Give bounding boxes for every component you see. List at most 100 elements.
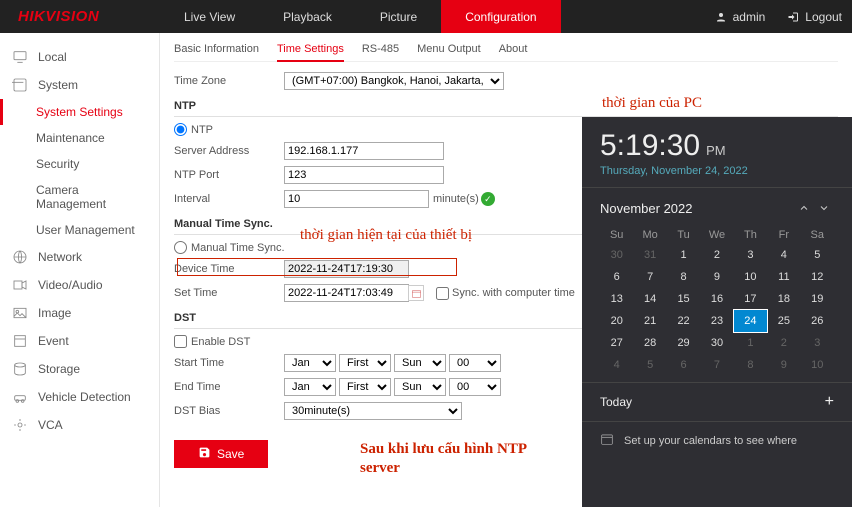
cal-day[interactable]: 31 [633,244,666,266]
cal-day[interactable]: 9 [700,266,733,288]
pc-date[interactable]: Thursday, November 24, 2022 [600,165,834,177]
sidebar-item-local[interactable]: Local [0,43,159,71]
cal-dow: Su [600,226,633,244]
cal-day[interactable]: 8 [734,354,767,376]
cal-day[interactable]: 3 [734,244,767,266]
cal-day[interactable]: 1 [667,244,700,266]
cal-day[interactable]: 21 [633,310,666,332]
cal-day[interactable]: 22 [667,310,700,332]
cal-day[interactable]: 4 [767,244,800,266]
cal-day[interactable]: 19 [801,288,834,310]
cal-day[interactable]: 24 [734,310,767,332]
chevron-up-icon[interactable] [794,198,814,218]
tab-rs-485[interactable]: RS-485 [362,41,399,57]
cal-day[interactable]: 14 [633,288,666,310]
sidebar-item-user-management[interactable]: User Management [0,217,159,243]
cal-day[interactable]: 1 [734,332,767,354]
sidebar-item-storage[interactable]: Storage [0,355,159,383]
topnav-live-view[interactable]: Live View [160,0,259,33]
tab-menu-output[interactable]: Menu Output [417,41,481,57]
cal-day[interactable]: 10 [734,266,767,288]
end-week-select[interactable]: First [339,378,391,396]
calendar-title[interactable]: November 2022 [600,201,794,216]
username[interactable]: admin [733,10,766,24]
cal-day[interactable]: 6 [667,354,700,376]
sync-pc-checkbox[interactable] [436,287,449,300]
today-label[interactable]: Today [600,395,632,409]
start-week-select[interactable]: First [339,354,391,372]
cal-day[interactable]: 12 [801,266,834,288]
topbar: HIKVISION Live ViewPlaybackPictureConfig… [0,0,852,33]
sidebar-item-network[interactable]: Network [0,243,159,271]
start-day-select[interactable]: Sun [394,354,446,372]
ntp-port-input[interactable] [284,166,444,184]
ntp-radio[interactable] [174,123,187,136]
sidebar-item-image[interactable]: Image [0,299,159,327]
cal-day[interactable]: 10 [801,354,834,376]
dst-bias-select[interactable]: 30minute(s) [284,402,462,420]
cal-day[interactable]: 11 [767,266,800,288]
cal-day[interactable]: 5 [633,354,666,376]
cal-day[interactable]: 9 [767,354,800,376]
logout-link[interactable]: Logout [805,10,842,24]
cal-day[interactable]: 7 [633,266,666,288]
pc-clock-panel: 5:19:30 PM Thursday, November 24, 2022 N… [582,117,852,507]
tab-time-settings[interactable]: Time Settings [277,41,344,62]
end-day-select[interactable]: Sun [394,378,446,396]
sidebar-item-system[interactable]: System [0,71,159,99]
sidebar-item-maintenance[interactable]: Maintenance [0,125,159,151]
cal-day[interactable]: 6 [600,266,633,288]
cal-day[interactable]: 26 [801,310,834,332]
cal-day[interactable]: 4 [600,354,633,376]
cal-day[interactable]: 7 [700,354,733,376]
cal-day[interactable]: 30 [600,244,633,266]
sidebar-item-vca[interactable]: VCA [0,411,159,439]
end-month-select[interactable]: Jan [284,378,336,396]
sidebar-item-security[interactable]: Security [0,151,159,177]
plus-icon[interactable]: + [825,393,834,411]
calendar-icon[interactable] [408,285,424,301]
time-zone-select[interactable]: (GMT+07:00) Bangkok, Hanoi, Jakarta, Nov… [284,72,504,90]
end-hour-select[interactable]: 00 [449,378,501,396]
cal-day[interactable]: 15 [667,288,700,310]
save-button[interactable]: Save [174,440,268,468]
sidebar-item-camera-management[interactable]: Camera Management [0,177,159,217]
cal-day[interactable]: 23 [700,310,733,332]
cal-day[interactable]: 27 [600,332,633,354]
tab-about[interactable]: About [499,41,528,57]
sidebar-item-video-audio[interactable]: Video/Audio [0,271,159,299]
server-address-input[interactable] [284,142,444,160]
topnav-picture[interactable]: Picture [356,0,441,33]
sidebar-item-event[interactable]: Event [0,327,159,355]
interval-label: Interval [174,193,284,205]
dst-bias-label: DST Bias [174,405,284,417]
cal-day[interactable]: 17 [734,288,767,310]
storage-icon [12,361,28,377]
manual-radio[interactable] [174,241,187,254]
start-month-select[interactable]: Jan [284,354,336,372]
chevron-down-icon[interactable] [814,198,834,218]
cal-day[interactable]: 13 [600,288,633,310]
cal-day[interactable]: 28 [633,332,666,354]
cal-day[interactable]: 30 [700,332,733,354]
cal-day[interactable]: 16 [700,288,733,310]
start-hour-select[interactable]: 00 [449,354,501,372]
interval-input[interactable] [284,190,429,208]
enable-dst-checkbox[interactable] [174,335,187,348]
network-icon [12,249,28,265]
sidebar-item-system-settings[interactable]: System Settings [0,99,159,125]
cal-day[interactable]: 25 [767,310,800,332]
topnav-configuration[interactable]: Configuration [441,0,560,33]
cal-day[interactable]: 8 [667,266,700,288]
tab-basic-information[interactable]: Basic Information [174,41,259,57]
cal-day[interactable]: 18 [767,288,800,310]
cal-day[interactable]: 3 [801,332,834,354]
cal-day[interactable]: 20 [600,310,633,332]
cal-day[interactable]: 5 [801,244,834,266]
cal-day[interactable]: 2 [767,332,800,354]
topnav-playback[interactable]: Playback [259,0,356,33]
sidebar-item-vehicle-detection[interactable]: Vehicle Detection [0,383,159,411]
cal-day[interactable]: 29 [667,332,700,354]
cal-day[interactable]: 2 [700,244,733,266]
set-time-input[interactable] [284,284,409,302]
